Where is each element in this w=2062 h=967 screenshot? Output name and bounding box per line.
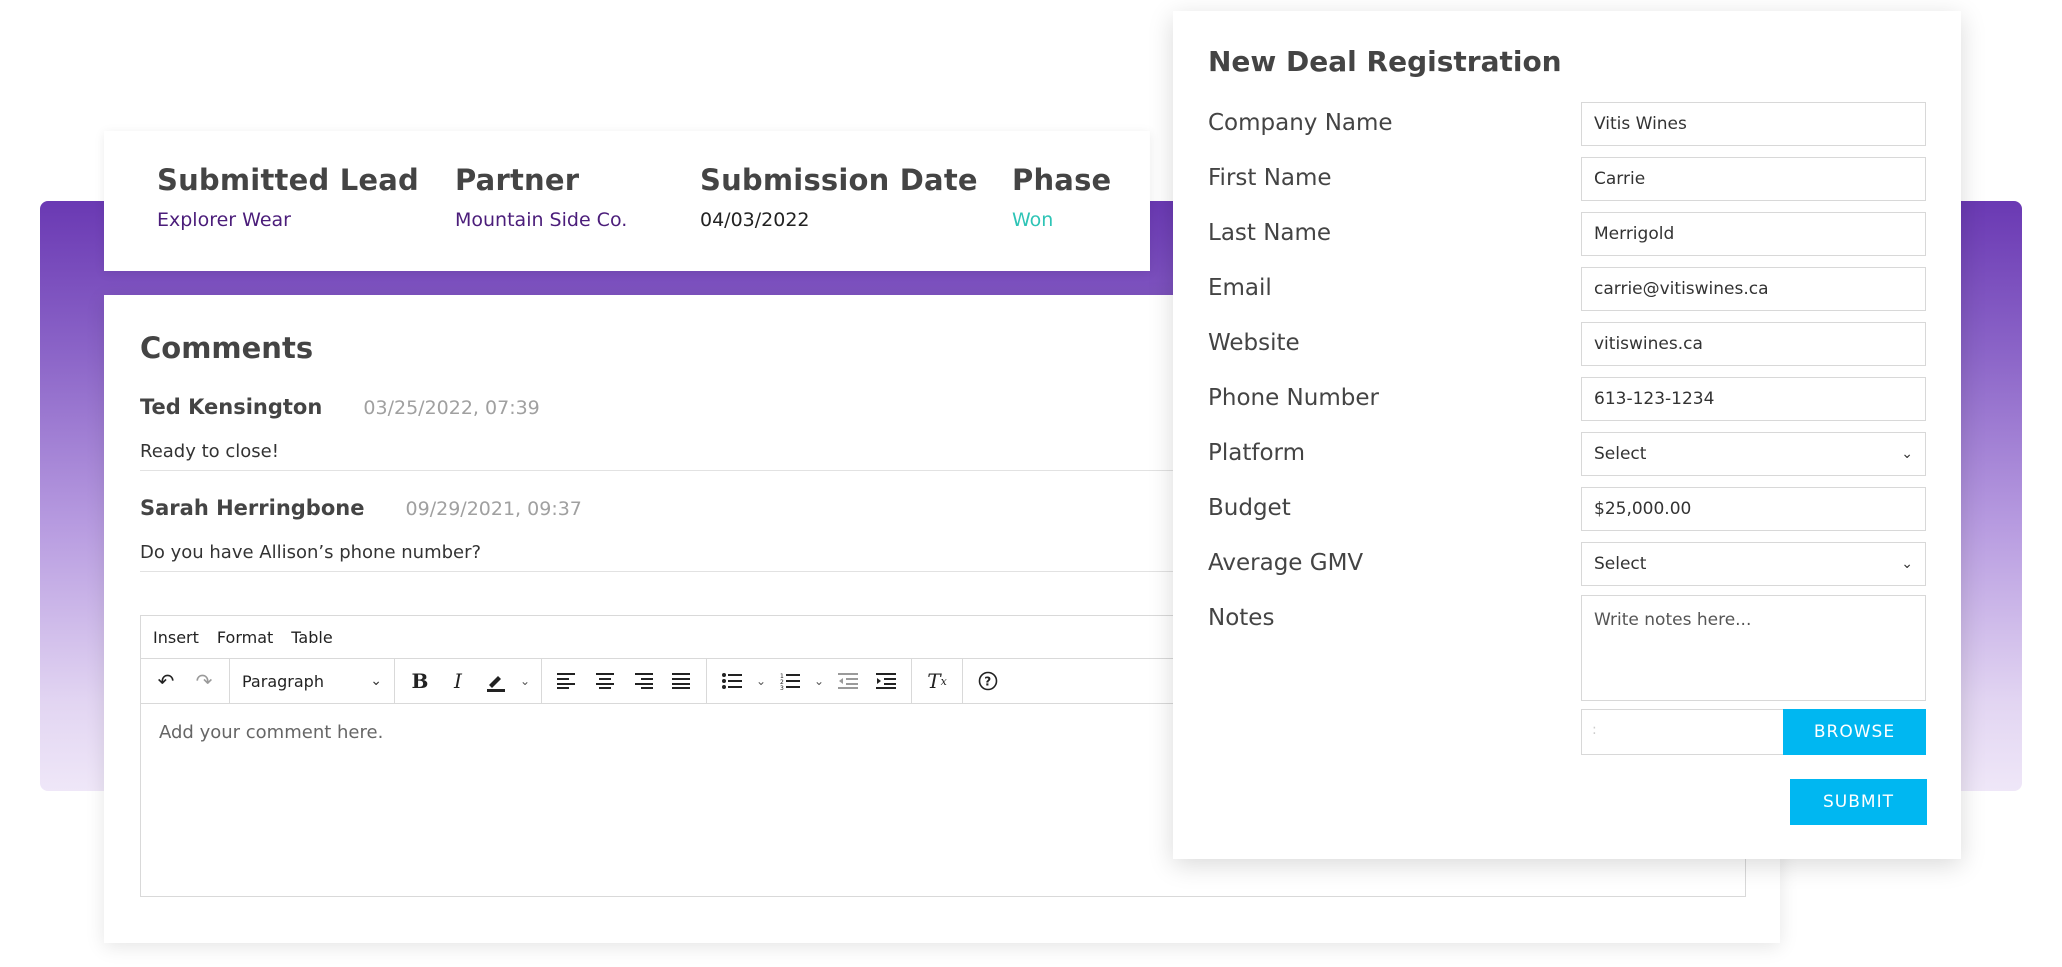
phone-number-value: 613-123-1234 [1594, 389, 1715, 409]
undo-icon[interactable]: ↶ [147, 663, 185, 699]
website-label: Website [1208, 330, 1300, 356]
menu-insert[interactable]: Insert [153, 628, 199, 647]
phone-number-label: Phone Number [1208, 385, 1379, 411]
svg-text:?: ? [984, 675, 991, 689]
comment-author: Sarah Herringbone [140, 496, 365, 520]
text-style-group: B I ⌄ [395, 659, 542, 703]
clear-format-group: Tx [912, 659, 963, 703]
submitted-lead-column: Submitted Lead Explorer Wear [157, 163, 419, 231]
budget-value: $25,000.00 [1594, 499, 1692, 519]
phase-column: Phase Won [1012, 163, 1111, 231]
submitted-lead-label: Submitted Lead [157, 163, 419, 197]
numbered-list-icon[interactable]: 123 [771, 663, 809, 699]
browse-button[interactable]: BROWSE [1783, 709, 1926, 755]
bullet-list-dropdown-icon[interactable]: ⌄ [751, 663, 771, 699]
indent-icon[interactable] [867, 663, 905, 699]
website-input[interactable]: vitiswines.ca [1581, 322, 1926, 366]
company-name-input[interactable]: Vitis Wines [1581, 102, 1926, 146]
partner-value: Mountain Side Co. [455, 209, 628, 231]
platform-row: Platform Select ⌄ [1208, 432, 1926, 478]
paragraph-format-select[interactable]: Paragraph ⌄ [236, 672, 388, 691]
phase-value: Won [1012, 209, 1054, 231]
bold-icon[interactable]: B [401, 663, 439, 699]
deal-form-title: New Deal Registration [1208, 45, 1562, 78]
platform-selected-value: Select [1594, 444, 1647, 464]
partner-label: Partner [455, 163, 580, 197]
budget-label: Budget [1208, 495, 1291, 521]
budget-input[interactable]: $25,000.00 [1581, 487, 1926, 531]
redo-icon[interactable]: ↷ [185, 663, 223, 699]
first-name-row: First Name Carrie [1208, 157, 1926, 203]
email-value: carrie@vitiswines.ca [1594, 279, 1769, 299]
platform-label: Platform [1208, 440, 1305, 466]
paragraph-format-label: Paragraph [242, 671, 324, 691]
numbered-list-dropdown-icon[interactable]: ⌄ [809, 663, 829, 699]
phone-number-row: Phone Number 613-123-1234 [1208, 377, 1926, 423]
submission-date-value: 04/03/2022 [700, 209, 810, 231]
last-name-label: Last Name [1208, 220, 1332, 246]
highlight-dropdown-icon[interactable]: ⌄ [515, 663, 535, 699]
email-input[interactable]: carrie@vitiswines.ca [1581, 267, 1926, 311]
company-name-label: Company Name [1208, 110, 1393, 136]
website-value: vitiswines.ca [1594, 334, 1703, 354]
comment-author: Ted Kensington [140, 395, 323, 419]
chevron-down-icon: ⌄ [370, 673, 382, 689]
outdent-icon[interactable] [829, 663, 867, 699]
website-row: Website vitiswines.ca [1208, 322, 1926, 368]
bullet-list-icon[interactable] [713, 663, 751, 699]
comment-timestamp: 09/29/2021, 09:37 [405, 498, 582, 520]
chevron-down-icon: ⌄ [1901, 446, 1913, 462]
alignment-group [542, 659, 707, 703]
first-name-value: Carrie [1594, 169, 1646, 189]
notes-textarea[interactable]: Write notes here... [1581, 595, 1926, 701]
align-right-icon[interactable] [624, 663, 662, 699]
history-group: ↶ ↷ [141, 659, 230, 703]
chevron-down-icon: ⌄ [1901, 556, 1913, 572]
clear-formatting-icon[interactable]: Tx [918, 663, 956, 699]
align-justify-icon[interactable] [662, 663, 700, 699]
comment-timestamp: 03/25/2022, 07:39 [363, 397, 540, 419]
average-gmv-select[interactable]: Select ⌄ [1581, 542, 1926, 586]
list-group: ⌄ 123 ⌄ [707, 659, 912, 703]
budget-row: Budget $25,000.00 [1208, 487, 1926, 533]
italic-icon[interactable]: I [439, 663, 477, 699]
first-name-input[interactable]: Carrie [1581, 157, 1926, 201]
partner-column: Partner Mountain Side Co. [455, 163, 627, 231]
last-name-input[interactable]: Merrigold [1581, 212, 1926, 256]
svg-text:3: 3 [780, 685, 784, 690]
company-name-value: Vitis Wines [1594, 114, 1687, 134]
comments-title: Comments [140, 331, 314, 365]
platform-select[interactable]: Select ⌄ [1581, 432, 1926, 476]
menu-table[interactable]: Table [291, 628, 332, 647]
phone-number-input[interactable]: 613-123-1234 [1581, 377, 1926, 421]
notes-label: Notes [1208, 605, 1275, 631]
average-gmv-selected-value: Select [1594, 554, 1647, 574]
align-left-icon[interactable] [548, 663, 586, 699]
last-name-value: Merrigold [1594, 224, 1675, 244]
highlight-icon[interactable] [477, 663, 515, 699]
average-gmv-label: Average GMV [1208, 550, 1364, 576]
submission-date-label: Submission Date [700, 163, 978, 197]
file-path-input[interactable]: : [1581, 709, 1785, 755]
phase-label: Phase [1012, 163, 1112, 197]
submission-date-column: Submission Date 04/03/2022 [700, 163, 978, 231]
company-name-row: Company Name Vitis Wines [1208, 102, 1926, 148]
block-format-group: Paragraph ⌄ [230, 659, 395, 703]
email-row: Email carrie@vitiswines.ca [1208, 267, 1926, 313]
average-gmv-row: Average GMV Select ⌄ [1208, 542, 1926, 588]
email-label: Email [1208, 275, 1272, 301]
align-center-icon[interactable] [586, 663, 624, 699]
submitted-lead-value: Explorer Wear [157, 209, 291, 231]
submit-button[interactable]: SUBMIT [1790, 779, 1927, 825]
help-icon[interactable]: ? [969, 663, 1007, 699]
lead-summary-card: Submitted Lead Explorer Wear Partner Mou… [104, 131, 1150, 271]
last-name-row: Last Name Merrigold [1208, 212, 1926, 258]
menu-format[interactable]: Format [217, 628, 273, 647]
help-group: ? [963, 659, 1013, 703]
first-name-label: First Name [1208, 165, 1332, 191]
